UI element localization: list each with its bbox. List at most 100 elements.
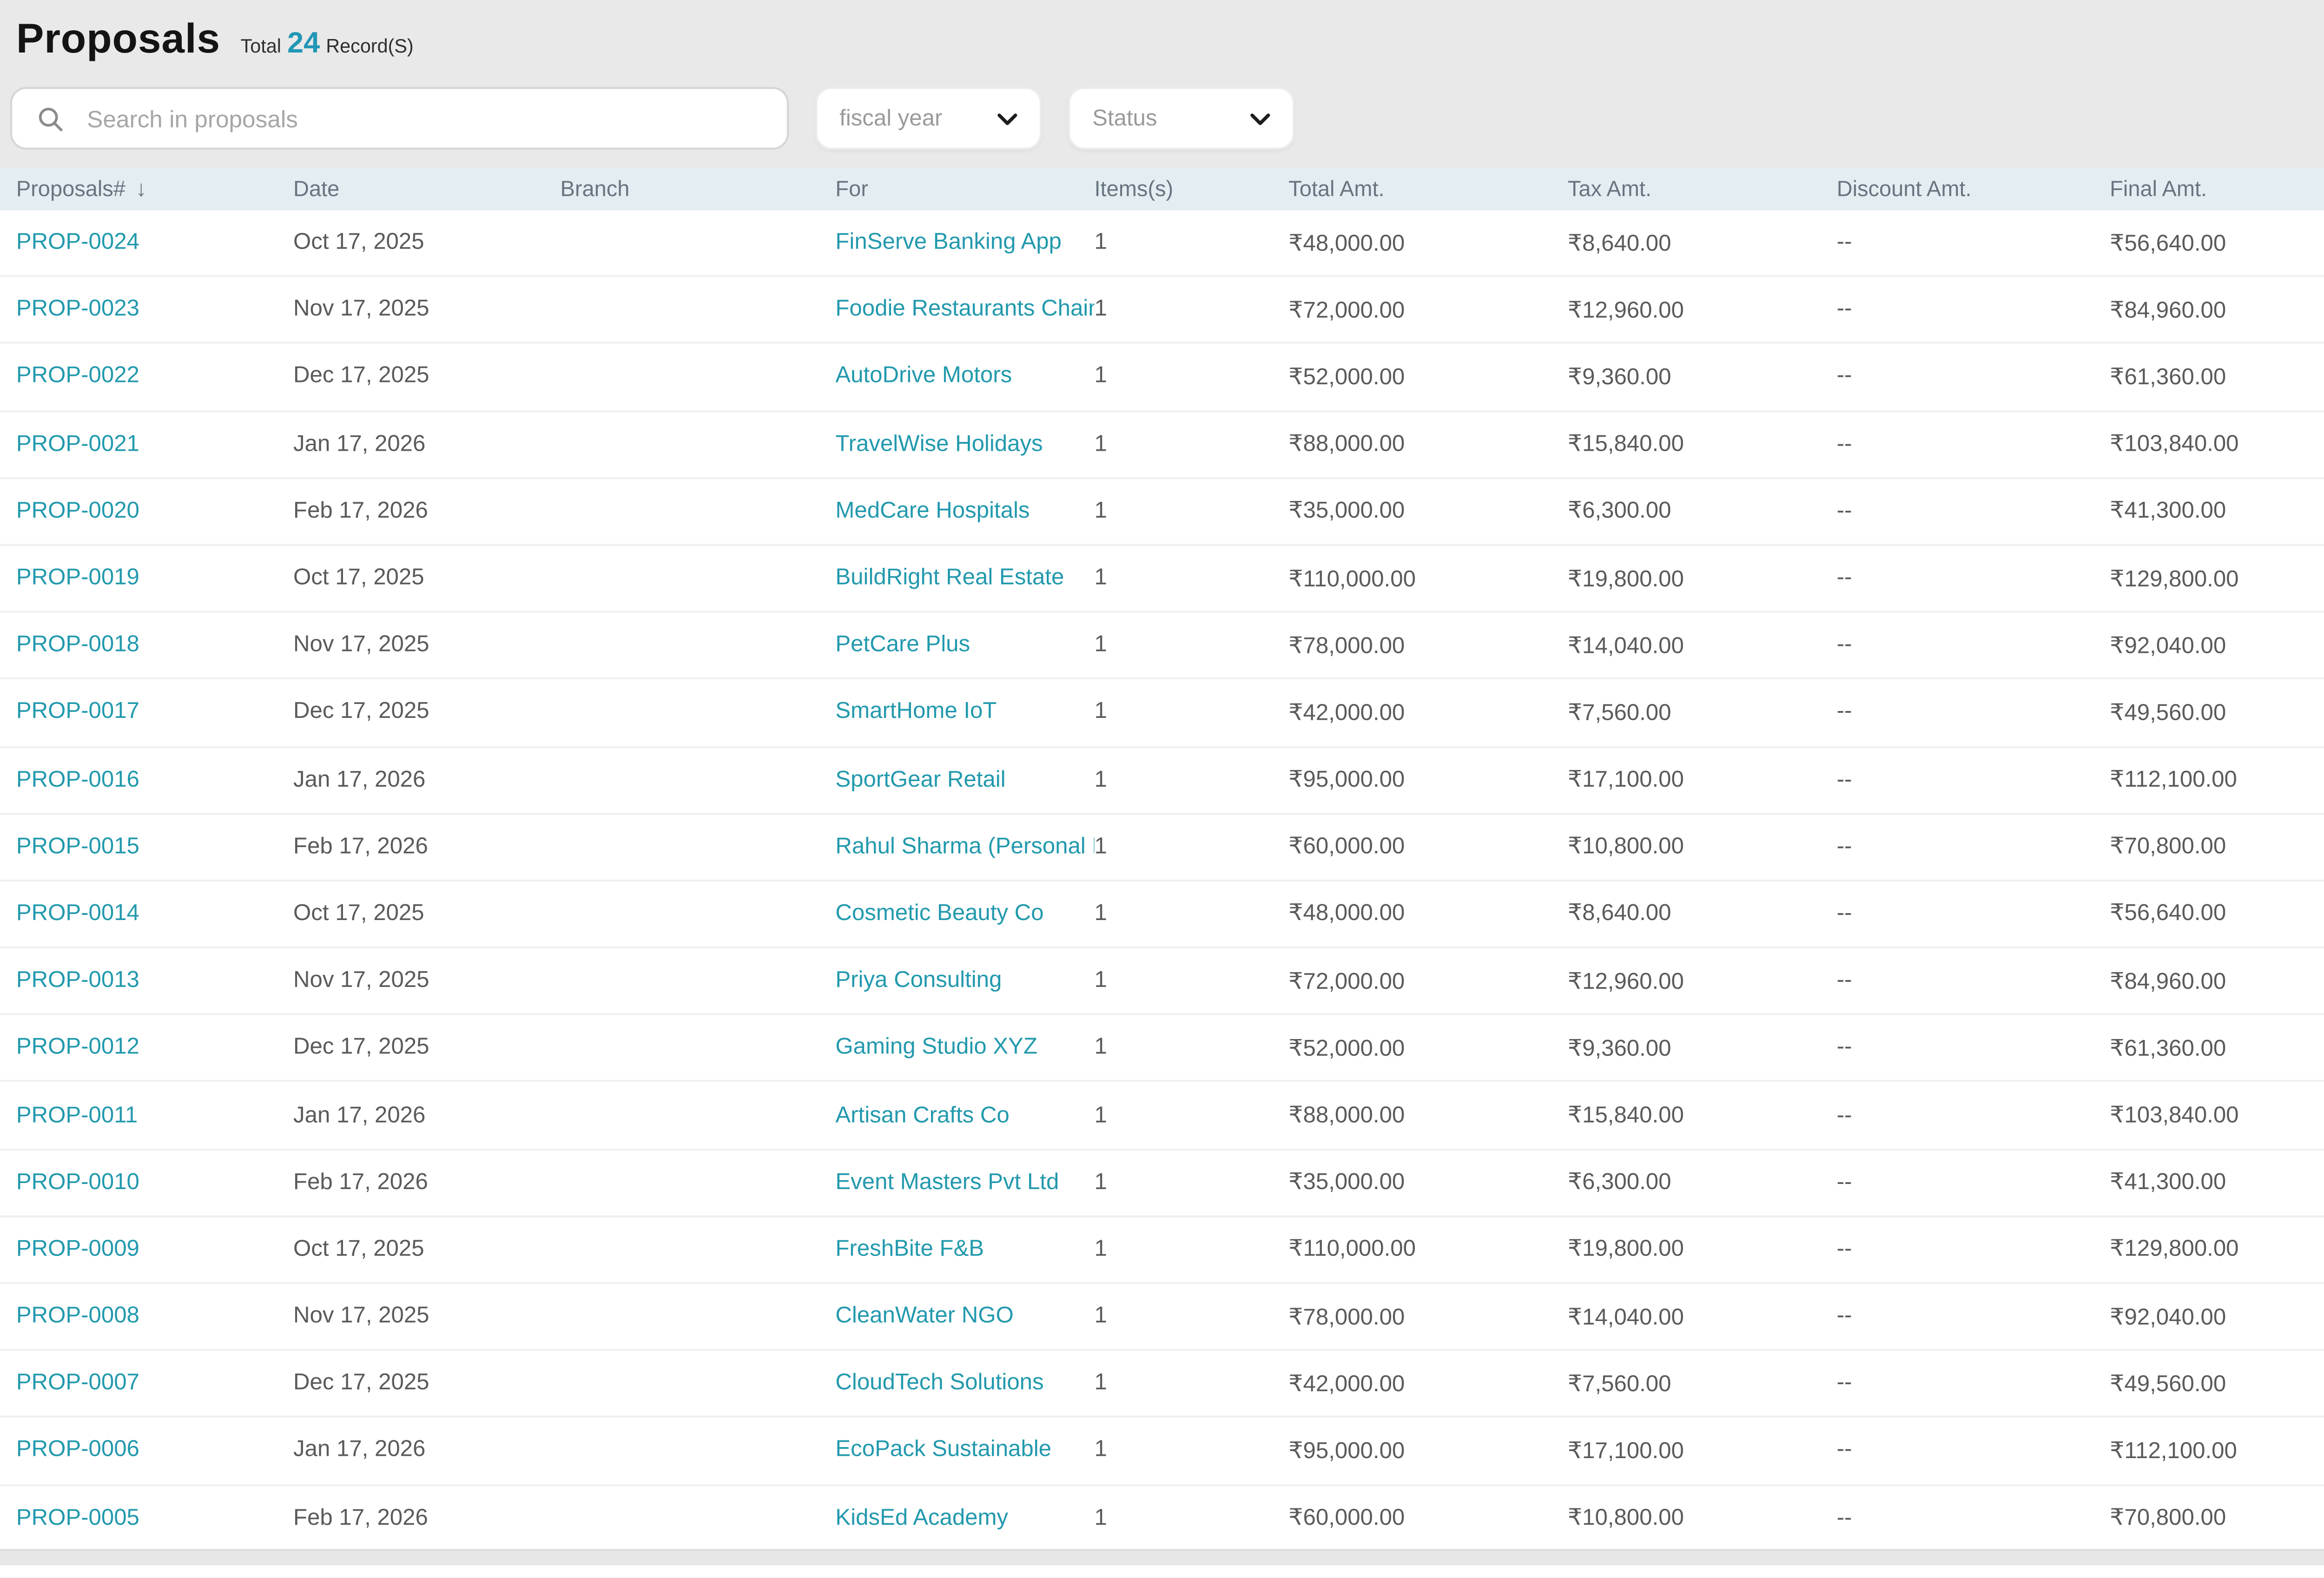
tax-amt-cell: ₹12,960.00 (1567, 970, 1684, 994)
final-amt-cell: ₹49,560.00 (2110, 701, 2226, 726)
for-link[interactable]: Rahul Sharma (Personal Brand) (835, 835, 1095, 859)
sort-desc-icon[interactable]: ↓ (136, 177, 147, 201)
proposal-link[interactable]: PROP-0012 (16, 1036, 139, 1060)
for-link[interactable]: TravelWise Holidays (835, 432, 1043, 457)
column-header-label: Tax Amt. (1567, 177, 1652, 202)
for-cell: MedCare Hospitals (835, 499, 1094, 524)
for-link[interactable]: Event Masters Pvt Ltd (835, 1170, 1059, 1195)
table-row: PROP-0014 Oct 17, 2025 Cosmetic Beauty Co 1… (0, 881, 2324, 949)
final-amt-cell: ₹84,960.00 (2110, 970, 2226, 994)
for-link[interactable]: AutoDrive Motors (835, 365, 1012, 389)
date-cell: Oct 17, 2025 (293, 1237, 424, 1262)
date-cell: Dec 17, 2025 (293, 1036, 429, 1060)
table-row: PROP-0020 Feb 17, 2026 MedCare Hospitals 1 ₹… (0, 479, 2324, 546)
for-link[interactable]: KidsEd Academy (835, 1506, 1009, 1530)
proposal-cell: PROP-0016 (16, 768, 293, 792)
for-cell: SmartHome IoT (835, 700, 1094, 725)
final-amt-cell: ₹129,800.00 (2110, 1238, 2239, 1263)
for-link[interactable]: FinServe Banking App (835, 230, 1062, 255)
proposal-link[interactable]: PROP-0007 (16, 1371, 139, 1396)
proposal-link[interactable]: PROP-0011 (16, 1103, 138, 1128)
column-header-proposals[interactable]: Proposals# ↓ (16, 177, 293, 201)
horizontal-scrollbar[interactable] (0, 1548, 2324, 1565)
search-input[interactable] (83, 102, 787, 135)
proposal-link[interactable]: PROP-0005 (16, 1506, 139, 1530)
proposal-link[interactable]: PROP-0018 (16, 633, 139, 658)
total-amt-cell: ₹52,000.00 (1288, 366, 1405, 390)
proposal-link[interactable]: PROP-0013 (16, 969, 139, 993)
proposal-cell: PROP-0008 (16, 1304, 293, 1329)
final-amt-cell: ₹61,360.00 (2110, 366, 2226, 390)
for-link[interactable]: MedCare Hospitals (835, 499, 1030, 524)
column-header-for: For (835, 177, 1094, 201)
for-link[interactable]: Artisan Crafts Co (835, 1103, 1010, 1128)
column-header-label: Total Amt. (1288, 177, 1385, 202)
proposal-link[interactable]: PROP-0010 (16, 1170, 139, 1195)
proposal-cell: PROP-0021 (16, 432, 293, 457)
tax-amt-cell: ₹19,800.00 (1567, 1238, 1684, 1263)
proposal-link[interactable]: PROP-0020 (16, 499, 139, 524)
total-amt-cell: ₹72,000.00 (1288, 970, 1405, 994)
final-amt-cell: ₹56,640.00 (2110, 231, 2226, 256)
date-cell: Jan 17, 2026 (293, 768, 426, 792)
for-link[interactable]: SportGear Retail (835, 768, 1006, 792)
for-link[interactable]: BuildRight Real Estate (835, 566, 1064, 591)
proposal-link[interactable]: PROP-0024 (16, 230, 139, 255)
for-cell: Priya Consulting (835, 969, 1094, 993)
for-cell: KidsEd Academy (835, 1506, 1094, 1530)
for-link[interactable]: Priya Consulting (835, 969, 1002, 993)
table-body: PROP-0024 Oct 17, 2025 FinServe Banking Ap… (0, 210, 2324, 1548)
items-cell: 1 (1094, 566, 1107, 591)
for-link[interactable]: SmartHome IoT (835, 700, 997, 725)
proposal-link[interactable]: PROP-0015 (16, 835, 139, 859)
status-select[interactable]: Status (1068, 87, 1295, 150)
proposal-link[interactable]: PROP-0009 (16, 1237, 139, 1262)
column-header-date: Date (293, 177, 560, 201)
fiscal-year-select[interactable]: fiscal year (815, 87, 1042, 150)
date-cell: Nov 17, 2025 (293, 1304, 429, 1329)
proposal-link[interactable]: PROP-0023 (16, 297, 139, 322)
for-link[interactable]: PetCare Plus (835, 633, 971, 658)
date-cell: Nov 17, 2025 (293, 633, 429, 658)
table-row: PROP-0012 Dec 17, 2025 Gaming Studio XYZ 1 ₹… (0, 1015, 2324, 1083)
proposal-link[interactable]: PROP-0019 (16, 566, 139, 591)
discount-amt-cell: -- (1836, 633, 1852, 658)
proposal-link[interactable]: PROP-0014 (16, 901, 139, 927)
total-amt-cell: ₹78,000.00 (1288, 634, 1405, 659)
for-link[interactable]: CleanWater NGO (835, 1304, 1014, 1329)
tax-amt-cell: ₹12,960.00 (1567, 299, 1684, 323)
tax-amt-cell: ₹8,640.00 (1567, 903, 1671, 927)
table-row: PROP-0016 Jan 17, 2026 SportGear Retail 1 ₹9… (0, 747, 2324, 815)
table-row: PROP-0009 Oct 17, 2025 FreshBite F&B 1 ₹110,… (0, 1217, 2324, 1284)
for-link[interactable]: Cosmetic Beauty Co (835, 901, 1044, 927)
final-amt-cell: ₹112,100.00 (2110, 769, 2237, 793)
proposal-link[interactable]: PROP-0021 (16, 432, 139, 457)
for-link[interactable]: Foodie Restaurants Chain (835, 297, 1095, 322)
chevron-down-icon (997, 112, 1017, 124)
tax-amt-cell: ₹10,800.00 (1567, 835, 1684, 860)
final-amt-cell: ₹61,360.00 (2110, 1037, 2226, 1062)
for-link[interactable]: CloudTech Solutions (835, 1371, 1044, 1396)
proposal-cell: PROP-0007 (16, 1371, 293, 1396)
table-row: PROP-0008 Nov 17, 2025 CleanWater NGO 1 ₹78,… (0, 1284, 2324, 1351)
proposal-cell: PROP-0009 (16, 1237, 293, 1262)
total-amt-cell: ₹110,000.00 (1288, 1238, 1416, 1263)
for-cell: AutoDrive Motors (835, 365, 1094, 389)
for-cell: EcoPack Sustainable (835, 1439, 1094, 1463)
for-link[interactable]: Gaming Studio XYZ (835, 1036, 1037, 1060)
tax-amt-cell: ₹9,360.00 (1567, 366, 1671, 390)
for-link[interactable]: FreshBite F&B (835, 1237, 984, 1262)
discount-amt-cell: -- (1836, 230, 1852, 255)
proposal-link[interactable]: PROP-0017 (16, 700, 139, 725)
status-select-label: Status (1092, 106, 1157, 131)
proposal-link[interactable]: PROP-0016 (16, 768, 139, 792)
titlebar: Proposals Total 24 Record(S) (16, 16, 414, 65)
for-link[interactable]: EcoPack Sustainable (835, 1439, 1052, 1463)
date-cell: Jan 17, 2026 (293, 432, 426, 457)
table-row: PROP-0021 Jan 17, 2026 TravelWise Holidays… (0, 411, 2324, 479)
proposal-link[interactable]: PROP-0006 (16, 1439, 139, 1463)
total-amt-cell: ₹52,000.00 (1288, 1037, 1405, 1062)
proposal-link[interactable]: PROP-0008 (16, 1304, 139, 1329)
proposal-link[interactable]: PROP-0022 (16, 365, 139, 389)
discount-amt-cell: -- (1836, 901, 1852, 927)
